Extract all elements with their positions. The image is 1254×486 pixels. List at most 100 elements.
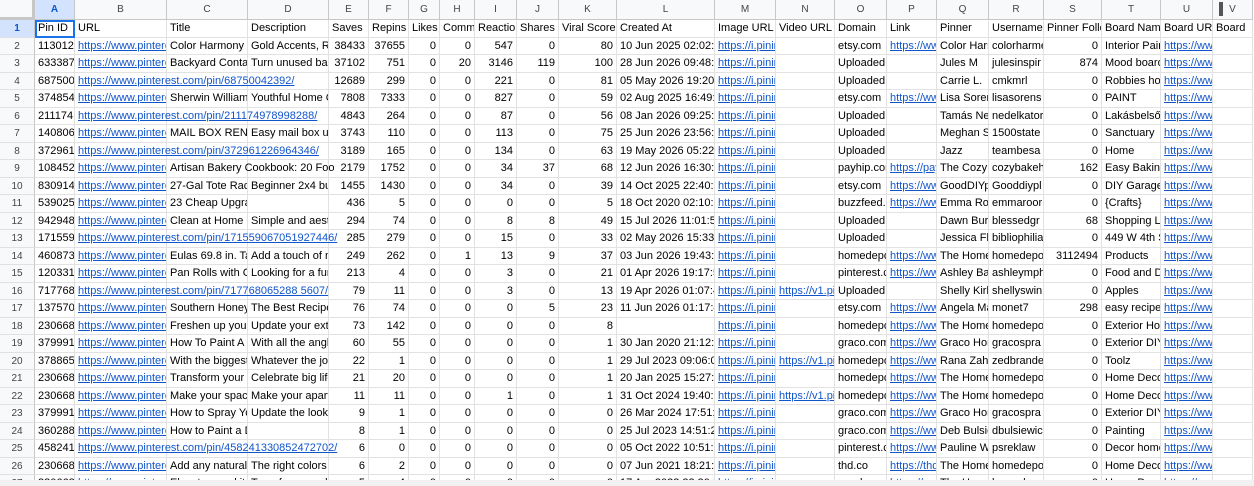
row-header[interactable]: 5 [0, 90, 35, 108]
table-cell[interactable]: ashleymph [989, 265, 1044, 283]
header-cell[interactable]: Created At [617, 20, 715, 38]
table-cell[interactable]: Angela Ma [937, 300, 989, 318]
table-cell[interactable]: 0 [1044, 125, 1102, 143]
header-cell[interactable]: Viral Score [559, 20, 617, 38]
table-cell[interactable]: 0 [409, 212, 440, 230]
table-cell[interactable]: Add any natural [167, 457, 248, 475]
table-cell[interactable]: Toolz [1102, 352, 1161, 370]
row-header[interactable]: 2 [0, 37, 35, 55]
table-cell[interactable]: 213 [329, 265, 369, 283]
horizontal-scrollbar[interactable] [0, 480, 1254, 486]
table-cell[interactable]: 37655 [369, 37, 409, 55]
table-cell[interactable]: https://i.pinimg.com/origi [715, 142, 776, 160]
column-header-g[interactable]: G [409, 0, 440, 20]
table-cell[interactable]: 11 [369, 282, 409, 300]
header-cell[interactable]: Comm [440, 20, 475, 38]
table-cell[interactable]: 0 [517, 142, 559, 160]
table-cell[interactable]: 49 [559, 212, 617, 230]
table-cell[interactable] [1213, 37, 1253, 55]
table-cell[interactable]: 03 Jun 2026 19:43:3 [617, 247, 715, 265]
table-cell[interactable]: https://i.pinimg.com/origi [715, 212, 776, 230]
table-cell[interactable]: https://ww [887, 247, 937, 265]
table-cell[interactable]: https://i.pinimg.com/origi [715, 335, 776, 353]
table-cell[interactable]: https://ww [887, 405, 937, 423]
table-cell[interactable]: Home Deco [1102, 457, 1161, 475]
table-cell[interactable]: pinterest.c [835, 265, 887, 283]
table-cell[interactable]: 11 [369, 387, 409, 405]
table-cell[interactable]: 74 [369, 300, 409, 318]
row-header[interactable]: 15 [0, 265, 35, 283]
table-cell[interactable] [776, 90, 835, 108]
table-cell[interactable]: 19 Apr 2026 01:07:4 [617, 282, 715, 300]
table-cell[interactable]: https://www.pinterest [75, 370, 167, 388]
table-cell[interactable]: 0 [409, 370, 440, 388]
table-cell[interactable]: 299 [369, 72, 409, 90]
column-header-r[interactable]: R [989, 0, 1044, 20]
table-cell[interactable]: 0 [409, 107, 440, 125]
table-cell[interactable]: etsy.com [835, 37, 887, 55]
table-cell[interactable]: 0 [517, 317, 559, 335]
table-cell[interactable]: 827 [475, 90, 517, 108]
table-cell[interactable]: Make your apart [248, 387, 329, 405]
table-cell[interactable]: Whatever the job [248, 352, 329, 370]
table-cell[interactable]: https://www.pinterest [75, 90, 167, 108]
table-cell[interactable]: 27-Gal Tote Rac [167, 177, 248, 195]
table-cell[interactable]: 0 [517, 282, 559, 300]
table-cell[interactable]: https://i.pinimg.com/origi [715, 457, 776, 475]
table-cell[interactable]: 34 [475, 160, 517, 178]
table-cell[interactable]: 165 [369, 142, 409, 160]
table-cell[interactable]: https://www.pinterest [75, 55, 167, 73]
table-cell[interactable]: Pan Rolls with C [167, 265, 248, 283]
table-cell[interactable]: colorharme [989, 37, 1044, 55]
table-cell[interactable]: 0 [409, 405, 440, 423]
table-cell[interactable]: 38433 [329, 37, 369, 55]
table-cell[interactable]: 0 [517, 422, 559, 440]
table-cell[interactable]: 5 [369, 195, 409, 213]
table-cell[interactable]: https://i.pinir [715, 282, 776, 300]
table-cell[interactable]: 120331 [35, 265, 75, 283]
table-cell[interactable]: shellyswin [989, 282, 1044, 300]
table-cell[interactable]: Easy Baking [1102, 160, 1161, 178]
table-cell[interactable] [887, 72, 937, 90]
table-cell[interactable]: 81 [559, 72, 617, 90]
table-cell[interactable]: Uploaded by user [835, 230, 887, 248]
column-header-k[interactable]: K [559, 0, 617, 20]
table-cell[interactable]: homedepo [835, 387, 887, 405]
table-cell[interactable]: 60 [329, 335, 369, 353]
table-cell[interactable]: graco.com [835, 422, 887, 440]
row-header[interactable]: 6 [0, 107, 35, 125]
column-header-s[interactable]: S [1044, 0, 1102, 20]
table-cell[interactable]: The Home [937, 457, 989, 475]
table-cell[interactable] [887, 282, 937, 300]
table-cell[interactable]: 20 [440, 55, 475, 73]
column-header-l[interactable]: L [617, 0, 715, 20]
table-cell[interactable]: The Home [937, 317, 989, 335]
table-cell[interactable]: https://i.pinimg.com/origi [715, 55, 776, 73]
table-cell[interactable] [776, 370, 835, 388]
table-cell[interactable]: 7333 [369, 90, 409, 108]
row-header[interactable]: 19 [0, 335, 35, 353]
table-cell[interactable]: 73 [329, 317, 369, 335]
table-cell[interactable]: 0 [517, 107, 559, 125]
table-cell[interactable]: https://www [1161, 230, 1213, 248]
table-cell[interactable]: 230668 [35, 457, 75, 475]
table-cell[interactable]: 1752 [369, 160, 409, 178]
table-cell[interactable]: Looking for a fur [248, 265, 329, 283]
table-cell[interactable]: https://i.pinimg.com/origi [715, 370, 776, 388]
table-cell[interactable]: Update your exte [248, 317, 329, 335]
table-cell[interactable]: https://ww [887, 370, 937, 388]
table-cell[interactable]: 3112494 [1044, 247, 1102, 265]
table-cell[interactable]: 264 [369, 107, 409, 125]
table-cell[interactable] [1213, 422, 1253, 440]
table-cell[interactable]: 5 [517, 300, 559, 318]
table-cell[interactable]: 14 Oct 2025 22:40:3 [617, 177, 715, 195]
row-header[interactable]: 20 [0, 352, 35, 370]
table-cell[interactable]: 9 [517, 247, 559, 265]
table-cell[interactable]: 02 May 2026 15:33: [617, 230, 715, 248]
table-cell[interactable]: https://i.pinimg.com/origi [715, 37, 776, 55]
table-cell[interactable] [1213, 300, 1253, 318]
header-cell[interactable]: Username [989, 20, 1044, 38]
table-cell[interactable]: 1430 [369, 177, 409, 195]
header-cell[interactable]: Reactions [475, 20, 517, 38]
row-header[interactable]: 13 [0, 230, 35, 248]
